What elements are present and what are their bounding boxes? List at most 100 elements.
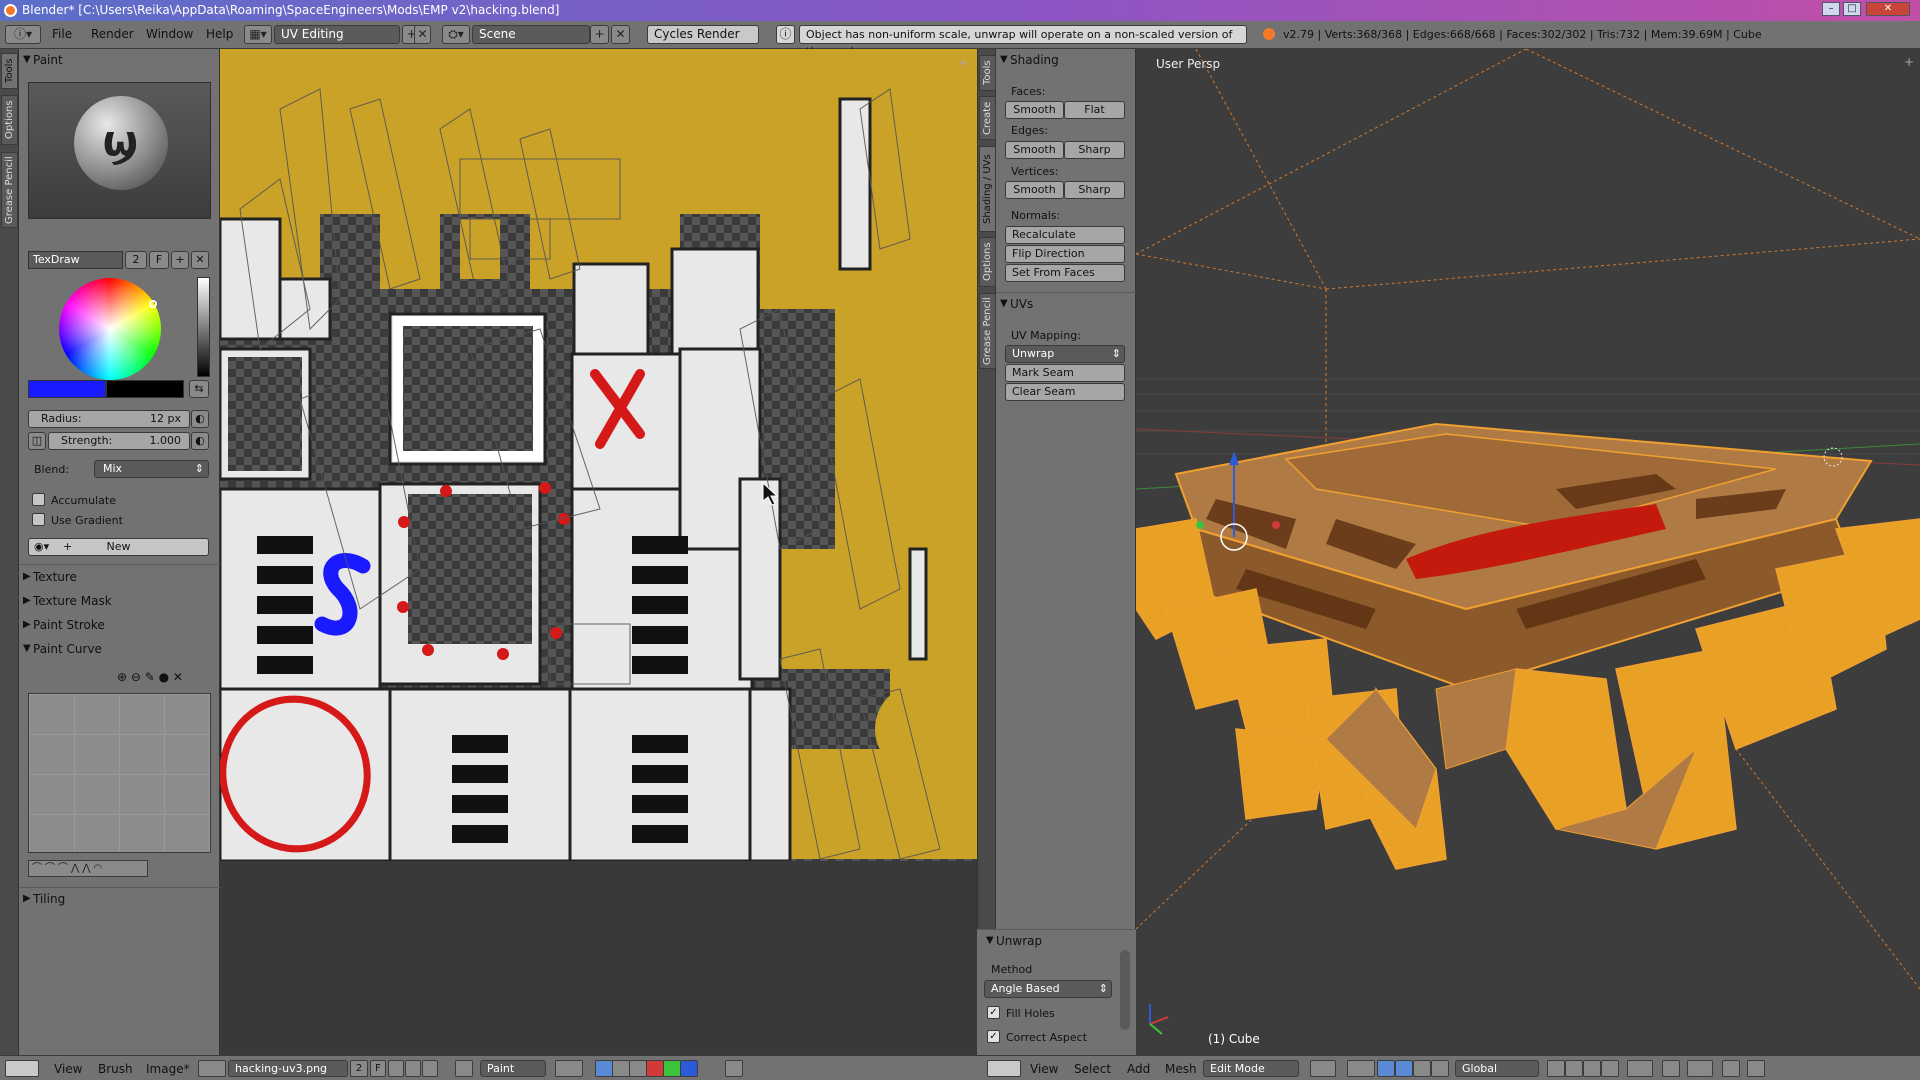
layer-icon[interactable] <box>1547 1060 1565 1077</box>
uvs-panel-header[interactable]: ▼ UVs <box>996 292 1136 314</box>
tab-shading-uvs[interactable]: Shading / UVs <box>979 146 996 232</box>
remove-brush-icon[interactable]: ✕ <box>191 251 209 269</box>
brush-name-field[interactable]: TexDraw <box>28 251 123 269</box>
curve-zoom-tools-icon[interactable]: ⊕ ⊖ ✎ ● ✕ <box>117 670 183 684</box>
translate-icon[interactable] <box>1395 1060 1413 1077</box>
viewport-scene[interactable] <box>1136 49 1920 1055</box>
rotate-icon[interactable] <box>1413 1060 1431 1077</box>
color-wheel[interactable] <box>59 278 161 380</box>
menu-brush[interactable]: Brush <box>98 1062 133 1076</box>
open-image-icon[interactable] <box>405 1060 421 1077</box>
vertex-select-icon[interactable] <box>612 1060 630 1077</box>
minimize-button[interactable]: – <box>1822 2 1840 16</box>
faces-smooth-button[interactable]: Smooth <box>1005 101 1064 119</box>
strength-pressure-icon[interactable]: ◐ <box>191 432 209 450</box>
edges-sharp-button[interactable]: Sharp <box>1064 141 1125 159</box>
mark-seam-button[interactable]: Mark Seam <box>1005 364 1125 382</box>
paint-curve-panel-header[interactable]: ▼ Paint Curve <box>19 638 220 660</box>
proportional-edit-icon[interactable] <box>1627 1060 1653 1077</box>
blue-channel-icon[interactable] <box>680 1060 698 1077</box>
texture-mask-panel-header[interactable]: ▶ Texture Mask <box>19 590 220 612</box>
maximize-button[interactable]: □ <box>1843 2 1861 16</box>
method-select[interactable]: Angle Based ⇕ <box>984 980 1112 998</box>
brush-fake-user-button[interactable]: F <box>149 251 169 269</box>
unlink-image-icon[interactable] <box>422 1060 438 1077</box>
tab-grease-pencil[interactable]: Grease Pencil <box>1 152 18 228</box>
viewport-shading-icon[interactable] <box>1310 1060 1336 1077</box>
new-palette-button[interactable]: ◉▾ + New <box>28 538 209 556</box>
tab-grease-pencil-3d[interactable]: Grease Pencil <box>979 293 996 369</box>
pin-image-icon[interactable] <box>455 1060 473 1077</box>
menu-select[interactable]: Select <box>1074 1062 1111 1076</box>
tiling-panel-header[interactable]: ▶ Tiling <box>19 887 220 909</box>
tab-create[interactable]: Create <box>979 96 996 140</box>
scene-icon[interactable]: ⛭▾ <box>442 25 470 44</box>
image-name-field[interactable]: hacking-uv3.png <box>228 1060 348 1077</box>
3d-viewport[interactable]: User Persp + (1) Cube <box>1136 49 1920 1055</box>
transform-orientation-select[interactable]: Global <box>1455 1060 1539 1077</box>
render-engine-select[interactable]: Cycles Render <box>647 25 759 44</box>
panel-scrollbar[interactable] <box>1120 950 1130 1030</box>
image-browse-icon[interactable] <box>198 1060 226 1077</box>
vertex-mode-icon[interactable] <box>1565 1060 1583 1077</box>
layout-grid-icon[interactable]: ▦▾ <box>244 25 272 44</box>
image-mode-select[interactable]: Paint <box>480 1060 546 1077</box>
unwrap-panel-header[interactable]: ▼ Unwrap <box>982 930 1132 952</box>
remove-scene-icon[interactable]: ✕ <box>611 25 630 44</box>
face-mode-icon[interactable] <box>1601 1060 1619 1077</box>
clear-seam-button[interactable]: Clear Seam <box>1005 383 1125 401</box>
render-preview-icon[interactable] <box>1722 1060 1740 1077</box>
lock-icon[interactable] <box>725 1060 743 1077</box>
menu-render[interactable]: Render <box>91 27 134 41</box>
value-slider[interactable] <box>197 277 210 377</box>
flip-direction-button[interactable]: Flip Direction <box>1005 245 1125 263</box>
pivot-point-icon[interactable] <box>1347 1060 1375 1077</box>
new-image-icon[interactable] <box>388 1060 404 1077</box>
menu-add[interactable]: Add <box>1127 1062 1150 1076</box>
faces-flat-button[interactable]: Flat <box>1064 101 1125 119</box>
color-wheel-cursor-icon[interactable] <box>149 300 157 308</box>
vertices-smooth-button[interactable]: Smooth <box>1005 181 1064 199</box>
vertices-sharp-button[interactable]: Sharp <box>1064 181 1125 199</box>
paint-stroke-panel-header[interactable]: ▶ Paint Stroke <box>19 614 220 636</box>
screen-layout-field[interactable]: UV Editing <box>274 25 400 44</box>
menu-window[interactable]: Window <box>146 27 193 41</box>
scale-icon[interactable] <box>1431 1060 1449 1077</box>
add-scene-icon[interactable]: + <box>590 25 609 44</box>
edge-select-icon[interactable] <box>629 1060 647 1077</box>
radius-pressure-icon[interactable]: ◐ <box>191 410 209 428</box>
recalculate-button[interactable]: Recalculate <box>1005 226 1125 244</box>
snap-element-icon[interactable] <box>1687 1060 1713 1077</box>
radius-slider[interactable]: Radius: 12 px <box>28 410 190 428</box>
correct-aspect-checkbox[interactable]: ✓ <box>987 1030 1000 1043</box>
tab-tools[interactable]: Tools <box>1 53 18 89</box>
menu-view[interactable]: View <box>54 1062 82 1076</box>
uv-texture-canvas[interactable] <box>220 49 977 861</box>
secondary-color-swatch[interactable] <box>106 380 184 398</box>
opengl-render-icon[interactable] <box>1747 1060 1765 1077</box>
remove-layout-icon[interactable]: ✕ <box>414 25 431 44</box>
region-expand-plus-icon[interactable]: + <box>958 56 968 70</box>
texture-panel-header[interactable]: ▶ Texture <box>19 566 220 588</box>
tab-tools-3d[interactable]: Tools <box>979 55 996 91</box>
strength-lock-icon[interactable]: ◫ <box>28 432 46 450</box>
editor-type-info-icon[interactable]: ⓘ▾ <box>5 25 41 44</box>
menu-file[interactable]: File <box>52 27 72 41</box>
swap-colors-icon[interactable]: ⇆ <box>189 380 209 398</box>
menu-help[interactable]: Help <box>206 27 233 41</box>
unwrap-menu[interactable]: Unwrap ⇕ <box>1005 345 1125 363</box>
curve-editor[interactable] <box>28 693 211 853</box>
use-gradient-checkbox[interactable] <box>32 513 45 526</box>
brush-preview[interactable]: ϣ <box>28 82 211 219</box>
close-window-button[interactable]: ✕ <box>1866 2 1910 16</box>
tab-options-3d[interactable]: Options <box>979 237 996 287</box>
uv-image-editor[interactable]: + <box>220 49 977 1055</box>
edge-mode-icon[interactable] <box>1583 1060 1601 1077</box>
manipulator-icon[interactable] <box>1377 1060 1395 1077</box>
tab-options[interactable]: Options <box>1 95 18 145</box>
paint-panel-header[interactable]: ▼ Paint <box>19 49 220 71</box>
interaction-mode-select[interactable]: Edit Mode <box>1203 1060 1299 1077</box>
scene-field[interactable]: Scene <box>472 25 590 44</box>
editor-type-image-icon[interactable] <box>5 1060 39 1077</box>
snap-icon[interactable] <box>1662 1060 1680 1077</box>
